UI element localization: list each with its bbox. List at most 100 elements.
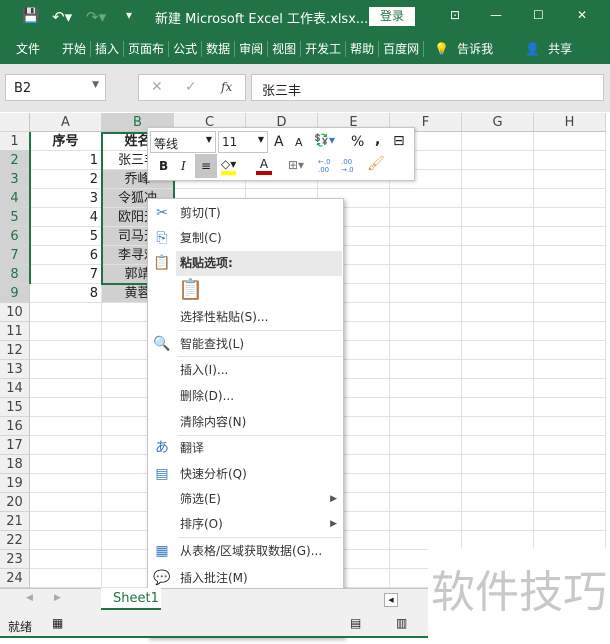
- menu-item-quick-analysis[interactable]: ▤ 快速分析(Q): [148, 462, 345, 487]
- paste-clipboard-icon[interactable]: 📋: [178, 277, 203, 301]
- percent-style-icon[interactable]: %: [351, 134, 364, 150]
- minimize-button[interactable]: —: [490, 8, 502, 22]
- cell-G15[interactable]: [462, 398, 534, 417]
- menu-item-clear-contents[interactable]: 清除内容(N): [148, 410, 345, 435]
- menu-item-copy[interactable]: ⎘ 复制(C): [148, 226, 345, 251]
- share-button[interactable]: 共享: [544, 41, 576, 57]
- login-button[interactable]: 登录: [369, 7, 415, 26]
- cell-F20[interactable]: [390, 493, 462, 512]
- menu-item-sort[interactable]: 排序(O) ▶: [148, 512, 345, 537]
- cell-G10[interactable]: [462, 303, 534, 322]
- tab-formulas[interactable]: 公式: [169, 41, 203, 57]
- row-header-18[interactable]: 18: [0, 455, 30, 474]
- row-header-7[interactable]: 7: [0, 246, 30, 265]
- chevron-down-icon[interactable]: ▼: [92, 80, 99, 90]
- tab-file[interactable]: 文件: [12, 41, 44, 57]
- row-header-2[interactable]: 2: [0, 151, 30, 170]
- hscroll-left-button[interactable]: ◀: [384, 593, 398, 607]
- decrease-decimal-icon[interactable]: .00 →.0: [341, 158, 359, 174]
- cell-F11[interactable]: [390, 322, 462, 341]
- cell-G7[interactable]: [462, 246, 534, 265]
- cell-G5[interactable]: [462, 208, 534, 227]
- cell-G4[interactable]: [462, 189, 534, 208]
- cell-A1[interactable]: 序号: [30, 132, 102, 151]
- cell-A5[interactable]: 4: [30, 208, 102, 227]
- shrink-font-icon[interactable]: A: [295, 136, 303, 149]
- cell-H21[interactable]: [534, 512, 606, 531]
- cell-H4[interactable]: [534, 189, 606, 208]
- cell-F9[interactable]: [390, 284, 462, 303]
- cell-A20[interactable]: [30, 493, 102, 512]
- chevron-down-icon[interactable]: ▼: [258, 135, 264, 144]
- formula-input[interactable]: 张三丰: [251, 74, 604, 101]
- cell-G1[interactable]: [462, 132, 534, 151]
- tab-insert[interactable]: 插入: [91, 41, 125, 57]
- cell-H20[interactable]: [534, 493, 606, 512]
- cell-F12[interactable]: [390, 341, 462, 360]
- cell-F15[interactable]: [390, 398, 462, 417]
- format-painter-icon[interactable]: 🖌: [367, 156, 385, 172]
- cell-A24[interactable]: [30, 569, 102, 588]
- cell-H19[interactable]: [534, 474, 606, 493]
- accounting-format-icon[interactable]: 💱▾: [314, 133, 335, 147]
- customize-qat-icon[interactable]: ▾: [126, 8, 132, 22]
- menu-item-cut[interactable]: ✂ 剪切(T): [148, 201, 345, 226]
- cell-A9[interactable]: 8: [30, 284, 102, 303]
- chevron-down-icon[interactable]: ▼: [206, 135, 212, 144]
- tab-developer[interactable]: 开发工: [301, 41, 347, 57]
- tab-review[interactable]: 审阅: [235, 41, 269, 57]
- cell-G20[interactable]: [462, 493, 534, 512]
- close-button[interactable]: ✕: [577, 8, 587, 22]
- font-color-icon[interactable]: A: [256, 157, 272, 175]
- cell-F10[interactable]: [390, 303, 462, 322]
- cell-G19[interactable]: [462, 474, 534, 493]
- cell-A13[interactable]: [30, 360, 102, 379]
- cell-A23[interactable]: [30, 550, 102, 569]
- menu-item-paste-special[interactable]: 选择性粘贴(S)...: [148, 305, 345, 330]
- center-align-button[interactable]: ≡: [195, 154, 217, 178]
- cell-G8[interactable]: [462, 265, 534, 284]
- row-header-6[interactable]: 6: [0, 227, 30, 246]
- name-box[interactable]: B2 ▼: [5, 74, 106, 101]
- insert-function-icon[interactable]: fx: [221, 80, 232, 94]
- cell-H10[interactable]: [534, 303, 606, 322]
- row-header-1[interactable]: 1: [0, 132, 30, 151]
- menu-item-delete[interactable]: 删除(D)...: [148, 384, 345, 409]
- cell-F19[interactable]: [390, 474, 462, 493]
- save-icon[interactable]: 💾: [22, 8, 39, 24]
- cell-F14[interactable]: [390, 379, 462, 398]
- menu-item-smart-lookup[interactable]: 🔍 智能查找(L): [148, 332, 345, 357]
- cell-H18[interactable]: [534, 455, 606, 474]
- cell-A17[interactable]: [30, 436, 102, 455]
- tab-baidu[interactable]: 百度网: [379, 41, 425, 57]
- row-header-3[interactable]: 3: [0, 170, 30, 189]
- cell-A6[interactable]: 5: [30, 227, 102, 246]
- cell-G9[interactable]: [462, 284, 534, 303]
- cell-H17[interactable]: [534, 436, 606, 455]
- cell-A19[interactable]: [30, 474, 102, 493]
- cell-A8[interactable]: 7: [30, 265, 102, 284]
- cell-G21[interactable]: [462, 512, 534, 531]
- merge-center-icon[interactable]: ⊟: [393, 133, 405, 149]
- cell-F5[interactable]: [390, 208, 462, 227]
- column-header-G[interactable]: G: [462, 113, 534, 132]
- tab-home[interactable]: 开始: [58, 41, 92, 57]
- cell-A21[interactable]: [30, 512, 102, 531]
- tab-page-layout[interactable]: 页面布: [124, 41, 170, 57]
- tab-help[interactable]: 帮助: [346, 41, 380, 57]
- cell-G3[interactable]: [462, 170, 534, 189]
- row-header-24[interactable]: 24: [0, 569, 30, 588]
- row-header-4[interactable]: 4: [0, 189, 30, 208]
- cell-A18[interactable]: [30, 455, 102, 474]
- menu-item-get-data-from-table[interactable]: ▦ 从表格/区域获取数据(G)...: [148, 539, 345, 564]
- enter-icon[interactable]: ✓: [185, 79, 197, 95]
- cell-G18[interactable]: [462, 455, 534, 474]
- cell-H9[interactable]: [534, 284, 606, 303]
- row-header-9[interactable]: 9: [0, 284, 30, 303]
- ribbon-display-icon[interactable]: ⊡: [450, 8, 460, 22]
- cell-G14[interactable]: [462, 379, 534, 398]
- cell-A16[interactable]: [30, 417, 102, 436]
- row-header-14[interactable]: 14: [0, 379, 30, 398]
- row-header-13[interactable]: 13: [0, 360, 30, 379]
- font-name-select[interactable]: 等线 ▼: [150, 131, 216, 153]
